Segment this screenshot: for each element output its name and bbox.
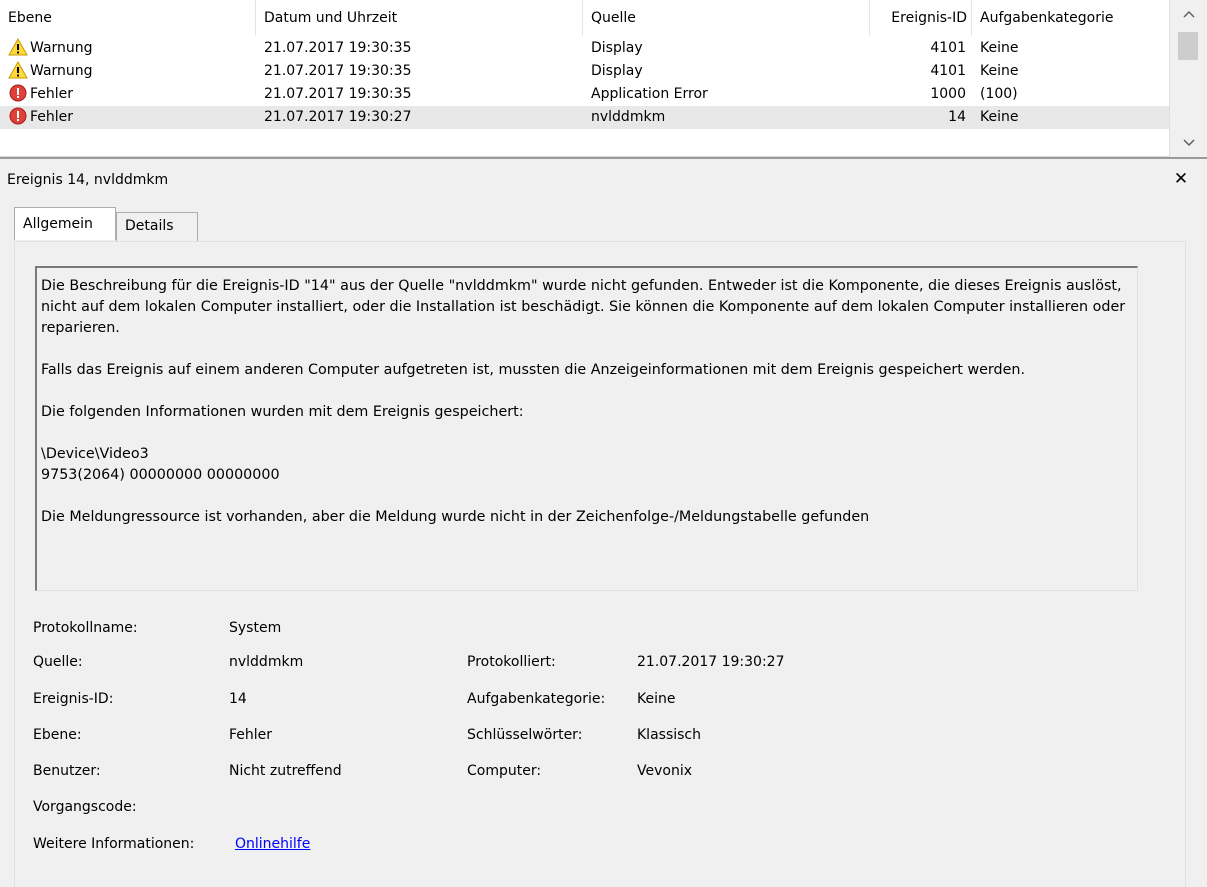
- online-help-link[interactable]: Onlinehilfe: [235, 834, 310, 854]
- category-cell: Keine: [980, 63, 1019, 79]
- description-paragraph: Falls das Ereignis auf einem anderen Com…: [41, 362, 1026, 378]
- date-cell: 21.07.2017 19:30:35: [264, 40, 412, 56]
- event-id-cell: 1000: [930, 86, 966, 102]
- description-paragraph: Die Meldungressource ist vorhanden, aber…: [41, 509, 870, 525]
- list-header: Ebene Datum und Uhrzeit Quelle Ereignis-…: [0, 0, 1169, 36]
- prop-label-opcode: Vorgangscode:: [33, 799, 137, 815]
- column-header-event-id[interactable]: Ereignis-ID: [870, 0, 972, 36]
- event-list: Ebene Datum und Uhrzeit Quelle Ereignis-…: [0, 0, 1207, 157]
- date-cell: 21.07.2017 19:30:35: [264, 63, 412, 79]
- prop-label-level: Ebene:: [33, 727, 82, 743]
- prop-label-source: Quelle:: [33, 654, 83, 670]
- source-cell: nvlddmkm: [591, 109, 666, 125]
- tab-general[interactable]: Allgemein: [14, 207, 116, 240]
- tab-details[interactable]: Details: [116, 212, 198, 241]
- date-cell: 21.07.2017 19:30:27: [264, 109, 412, 125]
- prop-value-keywords: Klassisch: [637, 727, 701, 743]
- event-id-cell: 14: [948, 109, 966, 125]
- vertical-scrollbar[interactable]: [1169, 0, 1207, 157]
- description-line: 9753(2064) 00000000 00000000: [41, 467, 280, 483]
- date-cell: 21.07.2017 19:30:35: [264, 86, 412, 102]
- pane-splitter[interactable]: [0, 157, 1207, 165]
- source-cell: Display: [591, 63, 643, 79]
- column-header-source[interactable]: Quelle: [583, 0, 870, 36]
- prop-label-log-name: Protokollname:: [33, 620, 138, 636]
- level-text: Fehler: [30, 86, 74, 102]
- prop-label-event-id: Ereignis-ID:: [33, 691, 114, 707]
- description-paragraph: Die folgenden Informationen wurden mit d…: [41, 404, 524, 420]
- prop-value-task-category: Keine: [637, 691, 676, 707]
- prop-label-keywords: Schlüsselwörter:: [467, 727, 583, 743]
- detail-title: Ereignis 14, nvlddmkm: [7, 172, 169, 188]
- prop-value-logged: 21.07.2017 19:30:27: [637, 654, 785, 670]
- source-cell: Application Error: [591, 86, 708, 102]
- general-tab-page: Die Beschreibung für die Ereignis-ID "14…: [14, 241, 1186, 887]
- event-id-cell: 4101: [930, 40, 966, 56]
- prop-label-more-info: Weitere Informationen:: [33, 836, 195, 852]
- prop-value-user: Nicht zutreffend: [229, 763, 342, 779]
- description-box[interactable]: Die Beschreibung für die Ereignis-ID "14…: [35, 266, 1138, 591]
- column-header-date[interactable]: Datum und Uhrzeit: [256, 0, 583, 36]
- category-cell: Keine: [980, 109, 1019, 125]
- description-paragraph: Die Beschreibung für die Ereignis-ID "14…: [41, 278, 1130, 336]
- level-text: Fehler: [30, 109, 74, 125]
- event-detail-pane: Ereignis 14, nvlddmkm ✕ Allgemein Detail…: [0, 165, 1207, 887]
- prop-label-task-category: Aufgabenkategorie:: [467, 691, 606, 707]
- source-cell: Display: [591, 40, 643, 56]
- table-row-selected[interactable]: Fehler 21.07.2017 19:30:27 nvlddmkm 14 K…: [0, 106, 1169, 129]
- prop-value-level: Fehler: [229, 727, 273, 743]
- prop-label-logged: Protokolliert:: [467, 654, 556, 670]
- chevron-down-icon[interactable]: [1170, 129, 1207, 157]
- close-icon[interactable]: ✕: [1170, 169, 1192, 189]
- level-text: Warnung: [30, 63, 93, 79]
- column-header-level[interactable]: Ebene: [0, 0, 256, 36]
- prop-value-event-id: 14: [229, 691, 247, 707]
- chevron-up-icon[interactable]: [1170, 0, 1207, 28]
- description-line: \Device\Video3: [41, 446, 149, 462]
- event-id-cell: 4101: [930, 63, 966, 79]
- scrollbar-thumb[interactable]: [1178, 32, 1198, 60]
- prop-value-computer: Vevonix: [637, 763, 693, 779]
- category-cell: Keine: [980, 40, 1019, 56]
- level-text: Warnung: [30, 40, 93, 56]
- prop-label-user: Benutzer:: [33, 763, 101, 779]
- error-icon: [8, 107, 28, 133]
- table-row[interactable]: Fehler 21.07.2017 19:30:35 Application E…: [0, 83, 1169, 106]
- prop-value-log-name: System: [229, 620, 282, 636]
- table-row[interactable]: Warnung 21.07.2017 19:30:35 Display 4101…: [0, 37, 1169, 60]
- prop-value-source: nvlddmkm: [229, 654, 304, 670]
- prop-label-computer: Computer:: [467, 763, 542, 779]
- category-cell: (100): [980, 86, 1018, 102]
- column-header-task-category[interactable]: Aufgabenkategorie: [972, 0, 1169, 36]
- table-row[interactable]: Warnung 21.07.2017 19:30:35 Display 4101…: [0, 60, 1169, 83]
